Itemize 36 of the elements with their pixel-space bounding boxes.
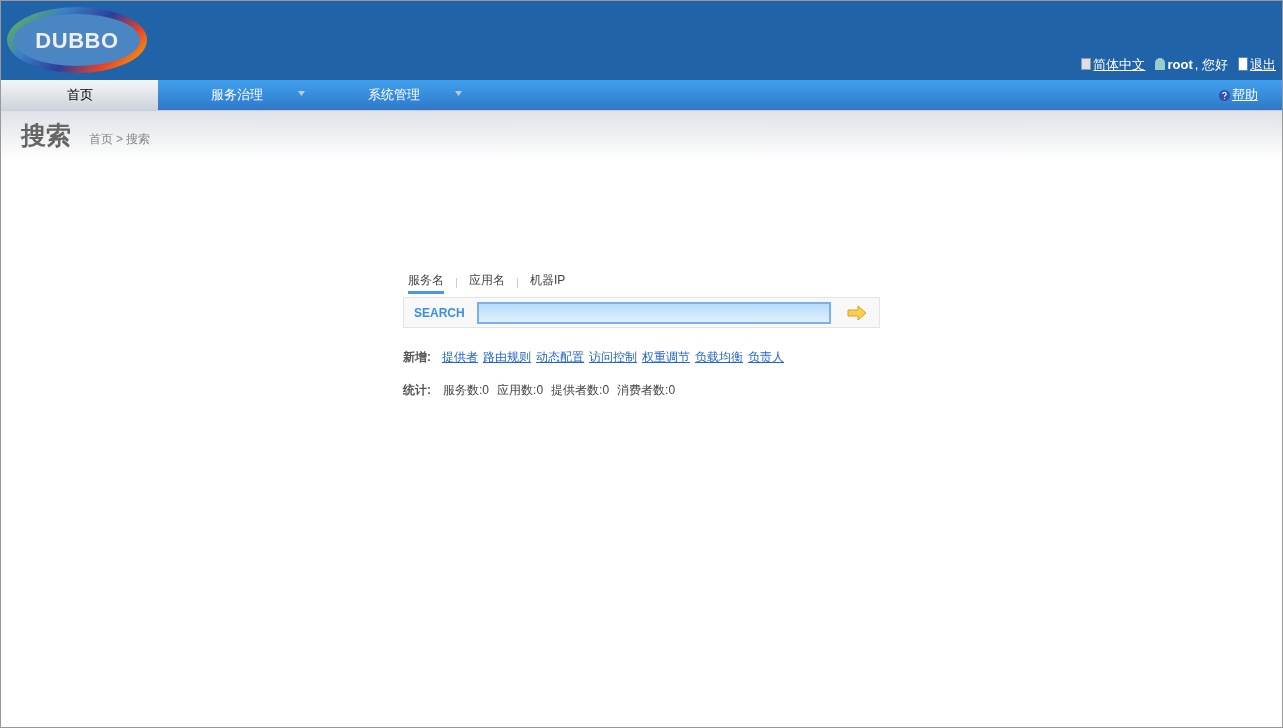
breadcrumb-link[interactable]: 搜索 xyxy=(126,130,150,148)
search-tab[interactable]: 机器IP xyxy=(530,271,566,294)
breadcrumb-link[interactable]: 首页 xyxy=(89,130,113,148)
add-link[interactable]: 路由规则 xyxy=(483,348,531,366)
stat-text: 服务数:0 xyxy=(443,382,490,399)
nav-tab[interactable]: 服务治理 xyxy=(158,80,315,110)
add-link[interactable]: 提供者 xyxy=(442,348,478,366)
search-arrow-button[interactable] xyxy=(847,304,869,321)
breadcrumb-separator: > xyxy=(116,131,123,148)
help-icon xyxy=(1219,89,1230,101)
language-link[interactable]: 简体中文 xyxy=(1081,54,1146,74)
add-link[interactable]: 动态配置 xyxy=(536,348,584,366)
right-arrow-icon xyxy=(847,304,867,321)
search-label: SEARCH xyxy=(414,304,465,322)
document-icon xyxy=(1081,58,1092,71)
stat-text: 消费者数:0 xyxy=(617,382,676,399)
page-title: 搜索 xyxy=(21,120,71,152)
add-link[interactable]: 负责人 xyxy=(748,348,784,366)
add-link[interactable]: 负载均衡 xyxy=(695,348,743,366)
add-link[interactable]: 访问控制 xyxy=(589,348,637,366)
add-link[interactable]: 权重调节 xyxy=(642,348,690,366)
door-icon xyxy=(1238,57,1248,72)
user-icon xyxy=(1155,58,1166,71)
stat-text: 应用数:0 xyxy=(497,382,544,399)
search-field[interactable] xyxy=(476,301,831,324)
add-label: 新增: xyxy=(403,349,431,366)
stat-text: 提供者数:0 xyxy=(551,382,610,399)
user-greeting: root, 您好 xyxy=(1155,54,1228,74)
dubbo-logo: DUBBO xyxy=(7,7,147,73)
search-tab[interactable]: 服务名 xyxy=(408,271,444,294)
search-tab[interactable]: 应用名 xyxy=(469,271,505,294)
nav-tab[interactable]: 首页 xyxy=(1,80,158,110)
nav-tab[interactable]: 系统管理 xyxy=(315,80,472,110)
logout-link[interactable]: 退出 xyxy=(1238,54,1276,74)
stats-label: 统计: xyxy=(403,382,431,399)
help-link[interactable]: 帮助 xyxy=(1219,85,1258,105)
